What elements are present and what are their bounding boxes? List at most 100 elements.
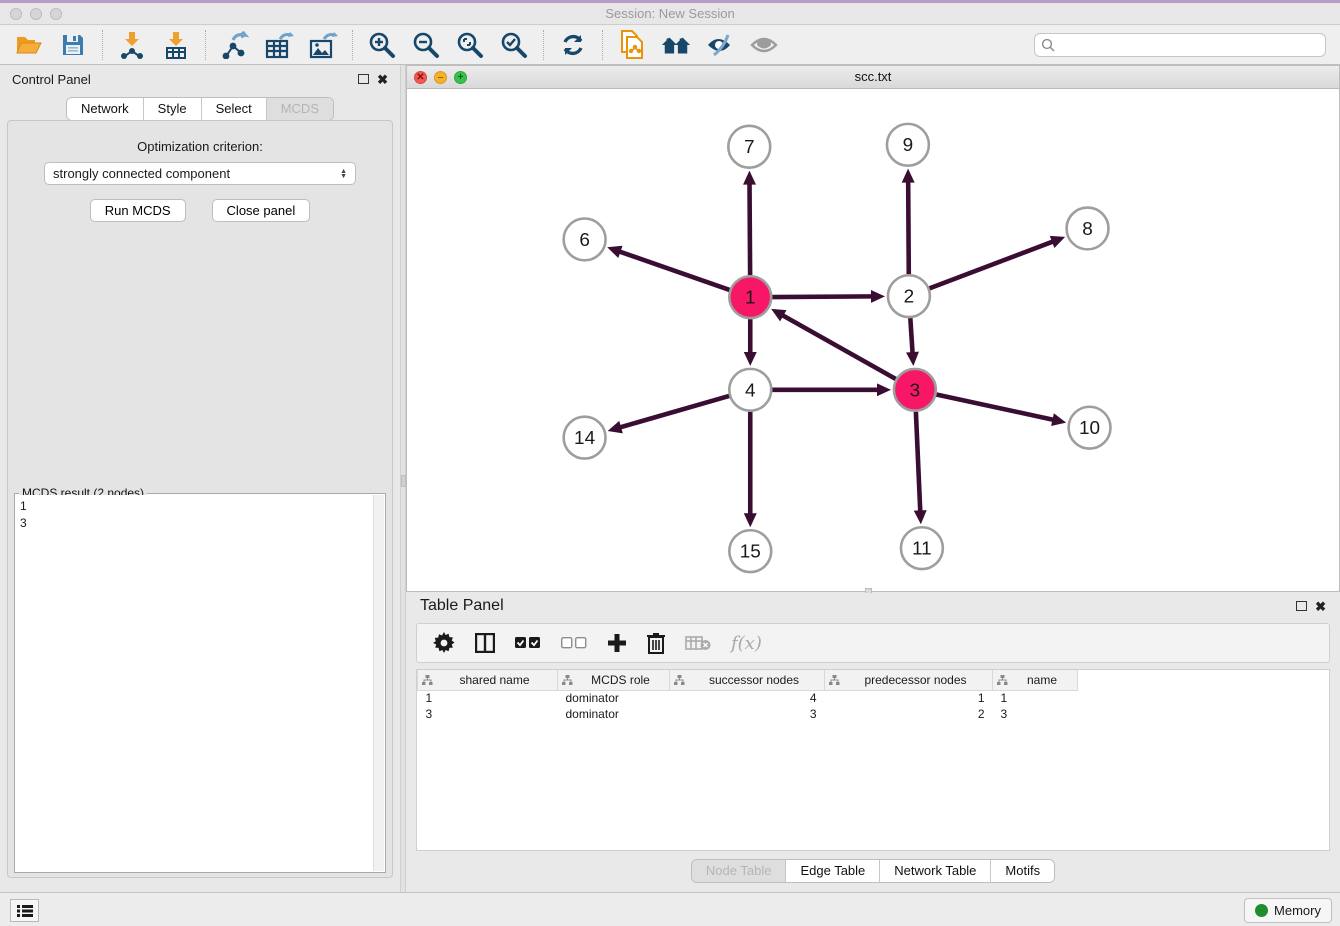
mcds-result-text[interactable]: 1 3 bbox=[16, 495, 373, 871]
graph-edge-arrowhead bbox=[1050, 236, 1065, 248]
node-table: shared nameMCDS rolesuccessor nodesprede… bbox=[416, 669, 1330, 851]
graph-edge-3-1[interactable] bbox=[781, 314, 896, 379]
export-table-icon[interactable] bbox=[264, 30, 294, 60]
svg-text:10: 10 bbox=[1079, 418, 1100, 439]
network-maximize-button[interactable]: + bbox=[454, 71, 467, 84]
graph-node-9[interactable]: 9 bbox=[887, 124, 929, 166]
column-header-successor-nodes[interactable]: successor nodes bbox=[670, 670, 825, 690]
zoom-fit-icon[interactable] bbox=[455, 30, 485, 60]
column-header-predecessor-nodes[interactable]: predecessor nodes bbox=[825, 670, 993, 690]
graph-node-1[interactable]: 1 bbox=[729, 276, 771, 318]
open-folder-icon[interactable] bbox=[14, 30, 44, 60]
graph-node-3[interactable]: 3 bbox=[894, 369, 936, 411]
graph-edge-3-11[interactable] bbox=[916, 412, 920, 514]
import-table-icon[interactable] bbox=[161, 30, 191, 60]
zoom-in-icon[interactable] bbox=[367, 30, 397, 60]
table-cell[interactable]: 4 bbox=[670, 690, 825, 706]
tab-motifs[interactable]: Motifs bbox=[991, 860, 1054, 882]
table-cell[interactable]: 1 bbox=[993, 690, 1078, 706]
task-list-button[interactable] bbox=[10, 899, 39, 922]
graph-edge-2-8[interactable] bbox=[929, 241, 1054, 289]
graph-edge-4-14[interactable] bbox=[618, 396, 729, 428]
tab-node-table[interactable]: Node Table bbox=[692, 860, 787, 882]
graph-edge-2-9[interactable] bbox=[908, 180, 909, 275]
network-view-window: ✕ – + scc.txt 7 9 6 8 1 2 4 3 14 10 15 11 bbox=[406, 65, 1340, 592]
graph-edge-2-3[interactable] bbox=[910, 318, 912, 355]
memory-button[interactable]: Memory bbox=[1244, 898, 1332, 923]
eye-icon[interactable] bbox=[749, 30, 779, 60]
table-cell[interactable]: 2 bbox=[825, 706, 993, 722]
export-network-icon[interactable] bbox=[220, 30, 250, 60]
graph-node-15[interactable]: 15 bbox=[729, 530, 771, 572]
table-cell[interactable]: 1 bbox=[418, 690, 558, 706]
column-header-shared-name[interactable]: shared name bbox=[418, 670, 558, 690]
search-input[interactable] bbox=[1059, 38, 1319, 52]
graph-edge-1-6[interactable] bbox=[618, 251, 730, 290]
refresh-icon[interactable] bbox=[558, 30, 588, 60]
hide-eye-icon[interactable] bbox=[705, 30, 735, 60]
window-close-button[interactable] bbox=[10, 8, 22, 20]
graph-node-11[interactable]: 11 bbox=[901, 527, 943, 569]
graph-edge-arrowhead bbox=[877, 383, 891, 396]
import-network-icon[interactable] bbox=[117, 30, 147, 60]
result-scrollbar[interactable] bbox=[373, 495, 384, 871]
table-cell[interactable]: dominator bbox=[558, 706, 670, 722]
graph-node-4[interactable]: 4 bbox=[729, 369, 771, 411]
svg-text:1: 1 bbox=[745, 288, 756, 309]
close-panel-icon[interactable]: ✖ bbox=[377, 74, 388, 85]
network-canvas[interactable]: 7 9 6 8 1 2 4 3 14 10 15 11 bbox=[407, 89, 1339, 591]
graph-node-2[interactable]: 2 bbox=[888, 275, 930, 317]
window-zoom-button[interactable] bbox=[50, 8, 62, 20]
zoom-out-icon[interactable] bbox=[411, 30, 441, 60]
table-cell[interactable]: 3 bbox=[993, 706, 1078, 722]
deselect-all-checkboxes-icon[interactable] bbox=[561, 630, 587, 656]
duplicate-network-icon[interactable] bbox=[617, 30, 647, 60]
chevron-updown-icon: ▲▼ bbox=[340, 169, 347, 179]
search-field[interactable] bbox=[1034, 33, 1326, 57]
network-minimize-button[interactable]: – bbox=[434, 71, 447, 84]
split-panel-icon[interactable] bbox=[475, 630, 495, 656]
table-cell[interactable]: 3 bbox=[670, 706, 825, 722]
tab-network[interactable]: Network bbox=[67, 98, 144, 120]
graph-node-10[interactable]: 10 bbox=[1069, 407, 1111, 449]
graph-node-14[interactable]: 14 bbox=[564, 417, 606, 459]
optimization-criterion-label: Optimization criterion: bbox=[8, 139, 392, 154]
close-table-panel-icon[interactable]: ✖ bbox=[1315, 601, 1326, 612]
table-row[interactable]: 1dominator411 bbox=[418, 690, 1078, 706]
graph-node-8[interactable]: 8 bbox=[1067, 208, 1109, 250]
graph-edge-1-2[interactable] bbox=[772, 296, 874, 297]
export-image-icon[interactable] bbox=[308, 30, 338, 60]
tab-mcds[interactable]: MCDS bbox=[267, 98, 333, 120]
column-header-name[interactable]: name bbox=[993, 670, 1078, 690]
graph-edge-1-7[interactable] bbox=[749, 182, 750, 276]
settings-gear-icon[interactable] bbox=[433, 630, 455, 656]
graph-edge-arrowhead bbox=[608, 421, 623, 433]
window-minimize-button[interactable] bbox=[30, 8, 42, 20]
svg-text:7: 7 bbox=[744, 137, 755, 158]
float-panel-icon[interactable] bbox=[358, 74, 369, 84]
graph-node-7[interactable]: 7 bbox=[728, 126, 770, 168]
graph-node-6[interactable]: 6 bbox=[564, 218, 606, 260]
network-window-titlebar[interactable]: ✕ – + scc.txt bbox=[407, 66, 1339, 89]
network-close-button[interactable]: ✕ bbox=[414, 71, 427, 84]
home-icon[interactable] bbox=[661, 30, 691, 60]
tab-select[interactable]: Select bbox=[202, 98, 267, 120]
table-cell[interactable]: dominator bbox=[558, 690, 670, 706]
close-panel-button[interactable]: Close panel bbox=[212, 199, 311, 222]
tab-network-table[interactable]: Network Table bbox=[880, 860, 991, 882]
table-row[interactable]: 3dominator323 bbox=[418, 706, 1078, 722]
table-cell[interactable]: 3 bbox=[418, 706, 558, 722]
delete-column-icon[interactable] bbox=[647, 630, 665, 656]
save-icon[interactable] bbox=[58, 30, 88, 60]
add-column-icon[interactable] bbox=[607, 630, 627, 656]
graph-edge-3-10[interactable] bbox=[936, 394, 1055, 420]
run-mcds-button[interactable]: Run MCDS bbox=[90, 199, 186, 222]
zoom-selected-icon[interactable] bbox=[499, 30, 529, 60]
optimization-criterion-select[interactable]: strongly connected component ▲▼ bbox=[44, 162, 356, 185]
tab-style[interactable]: Style bbox=[144, 98, 202, 120]
select-all-checkboxes-icon[interactable] bbox=[515, 630, 541, 656]
table-cell[interactable]: 1 bbox=[825, 690, 993, 706]
column-header-MCDS-role[interactable]: MCDS role bbox=[558, 670, 670, 690]
tab-edge-table[interactable]: Edge Table bbox=[786, 860, 880, 882]
float-table-panel-icon[interactable] bbox=[1296, 601, 1307, 611]
